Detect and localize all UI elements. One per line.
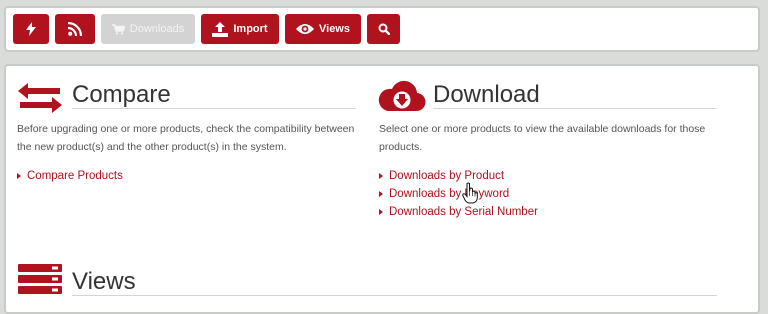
upload-icon [212, 21, 229, 37]
downloads-button-label: Downloads [129, 23, 185, 35]
search-button[interactable] [367, 14, 400, 44]
hand-cursor-icon [462, 182, 478, 209]
views-divider [72, 295, 717, 296]
link-downloads-by-keyword[interactable]: Downloads by Keyword [379, 185, 538, 203]
download-title: Download [433, 81, 540, 108]
lightning-icon [26, 22, 36, 36]
cloud-download-icon [378, 79, 426, 118]
downloads-button[interactable]: Downloads [101, 14, 195, 44]
link-compare-products[interactable]: Compare Products [17, 167, 123, 185]
compare-divider [72, 108, 356, 109]
rss-icon [68, 22, 82, 36]
import-button-label: Import [233, 23, 268, 35]
main-panel: Compare Before upgrading one or more pro… [4, 64, 760, 314]
bullet-triangle-icon [379, 209, 383, 215]
stacked-bars-icon [18, 264, 62, 301]
bullet-triangle-icon [379, 173, 383, 179]
views-button-label: Views [319, 23, 350, 35]
download-divider [433, 108, 717, 109]
download-links: Downloads by Product Downloads by Keywor… [379, 167, 538, 221]
link-downloads-by-serial-number[interactable]: Downloads by Serial Number [379, 203, 538, 221]
rss-button[interactable] [55, 14, 95, 44]
cart-icon [111, 23, 125, 35]
lightning-button[interactable] [13, 14, 49, 44]
views-title: Views [72, 268, 136, 295]
bullet-triangle-icon [17, 173, 21, 179]
compare-links: Compare Products [17, 167, 123, 185]
compare-description: Before upgrading one or more products, c… [17, 123, 355, 153]
eye-icon [296, 23, 314, 35]
bullet-triangle-icon [379, 191, 383, 197]
toolbar: Downloads Import Views [4, 6, 760, 52]
compare-title: Compare [72, 81, 171, 108]
import-button[interactable]: Import [201, 14, 279, 44]
swap-arrows-icon [18, 83, 62, 118]
link-downloads-by-product[interactable]: Downloads by Product [379, 167, 538, 185]
views-button[interactable]: Views [285, 14, 361, 44]
download-description: Select one or more products to view the … [379, 123, 706, 153]
search-icon [378, 23, 390, 35]
